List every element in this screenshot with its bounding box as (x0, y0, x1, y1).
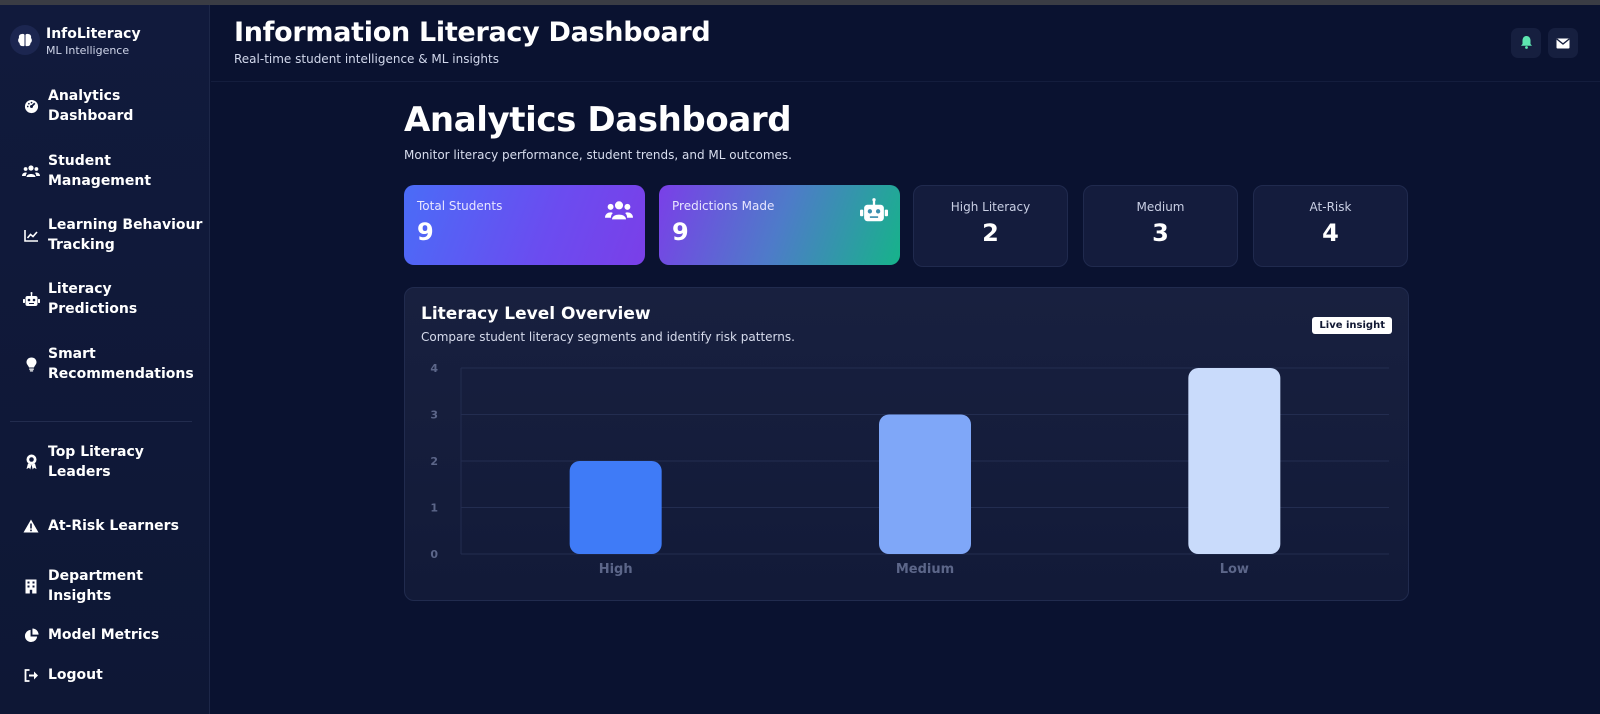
chart-bar-low[interactable] (1188, 368, 1281, 554)
literacy-bar-chart: 0 1 2 3 4 High Medium Low (430, 362, 1389, 577)
top-header: Information Literacy Dashboard Real-time… (211, 5, 1600, 82)
total-students-card[interactable]: Total Students 9 (404, 185, 645, 265)
envelope-icon (1556, 34, 1570, 53)
brain-icon (10, 25, 40, 55)
gauge-icon (22, 97, 40, 115)
sidebar-item-department-insights[interactable]: Department Insights (22, 566, 143, 606)
medium-stat: Medium 3 (1083, 185, 1238, 267)
brand[interactable]: InfoLiteracy ML Intelligence (10, 25, 141, 59)
sidebar-item-learning-behaviour-tracking[interactable]: Learning Behaviour Tracking (22, 215, 202, 255)
x-tick-label: Medium (896, 562, 954, 577)
warning-icon (22, 517, 40, 535)
logout-icon (22, 666, 40, 684)
header-subtitle: Real-time student intelligence & ML insi… (234, 52, 499, 66)
sidebar-item-label: Literacy (48, 281, 112, 297)
y-tick-label: 4 (430, 362, 438, 375)
users-icon (22, 162, 40, 180)
sidebar-item-label: Recommendations (48, 366, 194, 382)
pie-chart-icon (22, 626, 40, 644)
card-label: Predictions Made (672, 199, 775, 213)
robot-icon (22, 290, 40, 308)
building-icon (22, 577, 40, 595)
y-tick-label: 0 (430, 548, 438, 561)
robot-icon (860, 198, 888, 224)
sidebar-item-label: Top Literacy (48, 444, 144, 460)
stat-value: 2 (982, 219, 999, 247)
stat-label: Medium (1136, 200, 1185, 214)
stat-value: 3 (1152, 219, 1169, 247)
sidebar-item-label: Analytics (48, 88, 121, 104)
x-tick-label: High (599, 562, 633, 577)
sidebar-item-label: Insights (48, 588, 112, 604)
brand-subtitle: ML Intelligence (46, 44, 130, 57)
users-icon (605, 198, 633, 224)
sidebar-item-label: Smart (48, 346, 96, 362)
sidebar-item-analytics-dashboard[interactable]: Analytics Dashboard (22, 86, 133, 126)
messages-button[interactable] (1548, 28, 1578, 58)
sidebar-item-label: Student (48, 153, 111, 169)
sidebar-item-label: At-Risk Learners (48, 518, 179, 534)
stat-label: At-Risk (1309, 200, 1352, 214)
line-chart-icon (22, 226, 40, 244)
sidebar-item-model-metrics[interactable]: Model Metrics (22, 625, 159, 645)
y-tick-label: 3 (430, 409, 438, 422)
page-title: Analytics Dashboard (404, 100, 792, 140)
bell-icon (1520, 34, 1533, 53)
award-icon (22, 453, 40, 471)
sidebar-item-student-management[interactable]: Student Management (22, 151, 151, 191)
sidebar-item-label: Learning Behaviour (48, 217, 203, 233)
chart-bar-medium[interactable] (879, 414, 971, 555)
predictions-made-card[interactable]: Predictions Made 9 (659, 185, 900, 265)
card-value: 9 (417, 218, 434, 246)
sidebar-item-label: Management (48, 173, 152, 189)
card-label: Total Students (417, 199, 503, 213)
sidebar-item-label: Model Metrics (48, 627, 160, 643)
sidebar-item-top-literacy-leaders[interactable]: Top Literacy Leaders (22, 442, 144, 482)
header-title: Information Literacy Dashboard (234, 17, 711, 48)
x-tick-label: Low (1220, 562, 1249, 577)
sidebar-item-label: Leaders (48, 464, 111, 480)
sidebar-item-label: Dashboard (48, 108, 134, 124)
card-value: 9 (672, 218, 689, 246)
literacy-overview-panel: Literacy Level Overview Compare student … (404, 287, 1409, 601)
sidebar-item-smart-recommendations[interactable]: Smart Recommendations (22, 344, 194, 384)
high-literacy-stat: High Literacy 2 (913, 185, 1068, 267)
sidebar-item-label: Logout (48, 667, 103, 683)
sidebar-item-at-risk-learners[interactable]: At-Risk Learners (22, 516, 179, 536)
lightbulb-icon (22, 355, 40, 373)
sidebar-item-label: Predictions (48, 301, 138, 317)
stat-value: 4 (1322, 219, 1339, 247)
sidebar-item-label: Department (48, 568, 143, 584)
sidebar-item-literacy-predictions[interactable]: Literacy Predictions (22, 279, 137, 319)
chart-bar-high[interactable] (569, 461, 662, 554)
y-tick-label: 2 (430, 455, 438, 468)
sidebar-item-logout[interactable]: Logout (22, 665, 103, 685)
notifications-button[interactable] (1511, 28, 1541, 58)
page-subtitle: Monitor literacy performance, student tr… (404, 148, 792, 162)
stat-label: High Literacy (950, 200, 1031, 214)
brand-title: InfoLiteracy (46, 26, 141, 42)
sidebar: InfoLiteracy ML Intelligence Analytics Da… (0, 5, 210, 714)
sidebar-item-label: Tracking (48, 237, 115, 253)
at-risk-stat: At-Risk 4 (1253, 185, 1408, 267)
y-tick-label: 1 (430, 502, 438, 515)
sidebar-divider (10, 421, 192, 422)
